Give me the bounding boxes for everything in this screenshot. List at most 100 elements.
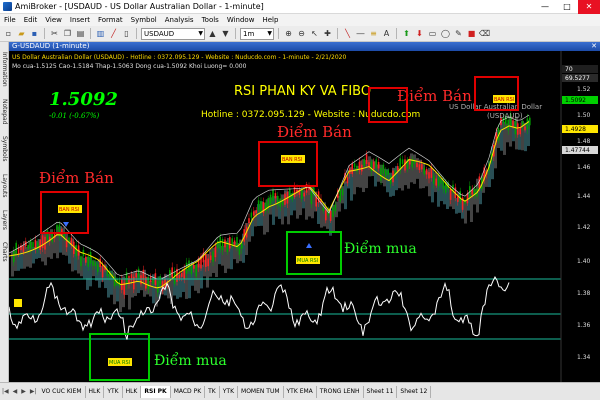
menu-analysis[interactable]: Analysis [161, 16, 198, 24]
side-tab-information[interactable]: Information [0, 46, 9, 92]
buy-point-box[interactable] [89, 333, 150, 381]
up-candle [159, 276, 161, 285]
sheet-tab-active[interactable]: RSI PK [141, 385, 171, 398]
price-tick: 1.48 [577, 138, 591, 145]
down-candle [255, 210, 257, 214]
menu-format[interactable]: Format [94, 16, 127, 24]
pointer-icon[interactable]: ↖ [309, 28, 320, 39]
down-candle [41, 235, 44, 249]
paste-icon[interactable]: ▤ [75, 28, 86, 39]
chart-ohlc-line: Mo cua-1.5125 Cao-1.5184 Thap-1.5063 Don… [12, 63, 247, 70]
arrow-down-tool-icon[interactable]: ⬇ [414, 28, 425, 39]
side-tab-charts[interactable]: Charts [0, 238, 9, 266]
buy-point-box[interactable] [286, 231, 342, 275]
rectangle-tool-icon[interactable]: ▭ [427, 28, 438, 39]
prev-sheet-icon[interactable]: ◀ [11, 388, 20, 395]
down-candle [373, 161, 375, 170]
chart-close-icon[interactable]: ✕ [591, 42, 597, 51]
line-chart-icon[interactable]: ╱ [108, 28, 119, 39]
down-candle [101, 264, 104, 278]
text-tool-icon[interactable]: A [381, 28, 392, 39]
cloud-segment [296, 189, 299, 219]
sheet-tab[interactable]: TK [205, 385, 220, 398]
down-arrow-icon[interactable]: ▼ [220, 28, 231, 39]
up-candle [118, 279, 121, 286]
eraser-icon[interactable]: ⌫ [479, 28, 490, 39]
up-candle [375, 159, 377, 168]
horizontal-line-icon[interactable]: ― [355, 28, 366, 39]
interval-combo[interactable]: 1m ▼ [240, 27, 274, 40]
toolbar-divider [44, 28, 45, 39]
sell-point-label: Điểm Bán [39, 169, 114, 187]
menu-symbol[interactable]: Symbol [127, 16, 161, 24]
up-candle [437, 177, 440, 187]
sheet-tab[interactable]: YTK [220, 385, 239, 398]
menu-tools[interactable]: Tools [198, 16, 223, 24]
menu-edit[interactable]: Edit [20, 16, 42, 24]
zoom-in-icon[interactable]: ⊕ [283, 28, 294, 39]
sheet-tab[interactable]: Sheet 11 [364, 385, 398, 398]
up-candle [529, 117, 531, 126]
down-candle [358, 161, 361, 170]
side-tab-symbols[interactable]: Symbols [0, 132, 9, 166]
symbol-combo[interactable]: USDAUD ▼ [141, 27, 205, 40]
crosshair-icon[interactable]: ✚ [322, 28, 333, 39]
minimize-button[interactable]: — [534, 0, 556, 14]
cloud-segment [344, 181, 347, 210]
sheet-tab[interactable]: HLK [86, 385, 105, 398]
pencil-tool-icon[interactable]: ✎ [453, 28, 464, 39]
trendline-icon[interactable]: ╲ [342, 28, 353, 39]
price-tick: 1.52 [577, 86, 591, 93]
up-candle [46, 230, 49, 240]
close-button[interactable]: ✕ [578, 0, 600, 14]
color-picker-icon[interactable]: ■ [466, 28, 477, 39]
arrow-up-tool-icon[interactable]: ⬆ [401, 28, 412, 39]
sell-point-box[interactable] [258, 141, 318, 187]
sheet-tab[interactable]: YTK [104, 385, 123, 398]
fibonacci-icon[interactable]: ≡ [368, 28, 379, 39]
up-candle [380, 168, 382, 181]
up-candle [433, 175, 435, 184]
menu-view[interactable]: View [41, 16, 66, 24]
down-candle [351, 163, 353, 175]
sheet-tab[interactable]: YTK EMA [284, 385, 317, 398]
menu-file[interactable]: File [0, 16, 20, 24]
down-candle [365, 154, 368, 164]
up-arrow-icon[interactable]: ▲ [207, 28, 218, 39]
down-candle [428, 172, 430, 179]
price-chart[interactable]: 1.52 1.50 1.48 1.46 1.44 1.42 1.40 1.38 … [9, 51, 600, 382]
up-candle [269, 194, 272, 205]
down-candle [140, 275, 142, 285]
bar-chart-icon[interactable]: ▥ [95, 28, 106, 39]
side-tab-layers[interactable]: Layers [0, 206, 9, 234]
menu-window[interactable]: Window [223, 16, 259, 24]
save-icon[interactable]: ▪ [29, 28, 40, 39]
up-candle [353, 163, 356, 168]
price-tick: 1.42 [577, 224, 591, 231]
new-icon[interactable]: ▫ [3, 28, 14, 39]
menu-insert[interactable]: Insert [66, 16, 94, 24]
zoom-out-icon[interactable]: ⊖ [296, 28, 307, 39]
sheet-tab[interactable]: Sheet 12 [397, 385, 432, 398]
up-candle [219, 236, 221, 250]
sheet-tab[interactable]: MOMEN TUM [238, 385, 284, 398]
sheet-tab[interactable]: VO CUC KIEM [39, 385, 86, 398]
open-folder-icon[interactable]: ▰ [16, 28, 27, 39]
down-candle [142, 269, 145, 280]
ellipse-tool-icon[interactable]: ◯ [440, 28, 451, 39]
last-sheet-icon[interactable]: ▶| [28, 388, 39, 395]
sheet-tab[interactable]: TRONG LENH [317, 385, 364, 398]
first-sheet-icon[interactable]: |◀ [0, 388, 11, 395]
next-sheet-icon[interactable]: ▶ [19, 388, 28, 395]
toolbar-divider [235, 28, 236, 39]
candle-chart-icon[interactable]: ▯ [121, 28, 132, 39]
sheet-tab[interactable]: MACD PK [171, 385, 206, 398]
menu-help[interactable]: Help [258, 16, 282, 24]
maximize-button[interactable]: □ [556, 0, 578, 14]
cut-icon[interactable]: ✂ [49, 28, 60, 39]
copy-icon[interactable]: ❐ [62, 28, 73, 39]
side-tab-layouts[interactable]: Layouts [0, 170, 9, 202]
sheet-tab[interactable]: HLK [123, 385, 142, 398]
down-candle [135, 273, 137, 278]
side-tab-notepad[interactable]: Notepad [0, 96, 9, 128]
